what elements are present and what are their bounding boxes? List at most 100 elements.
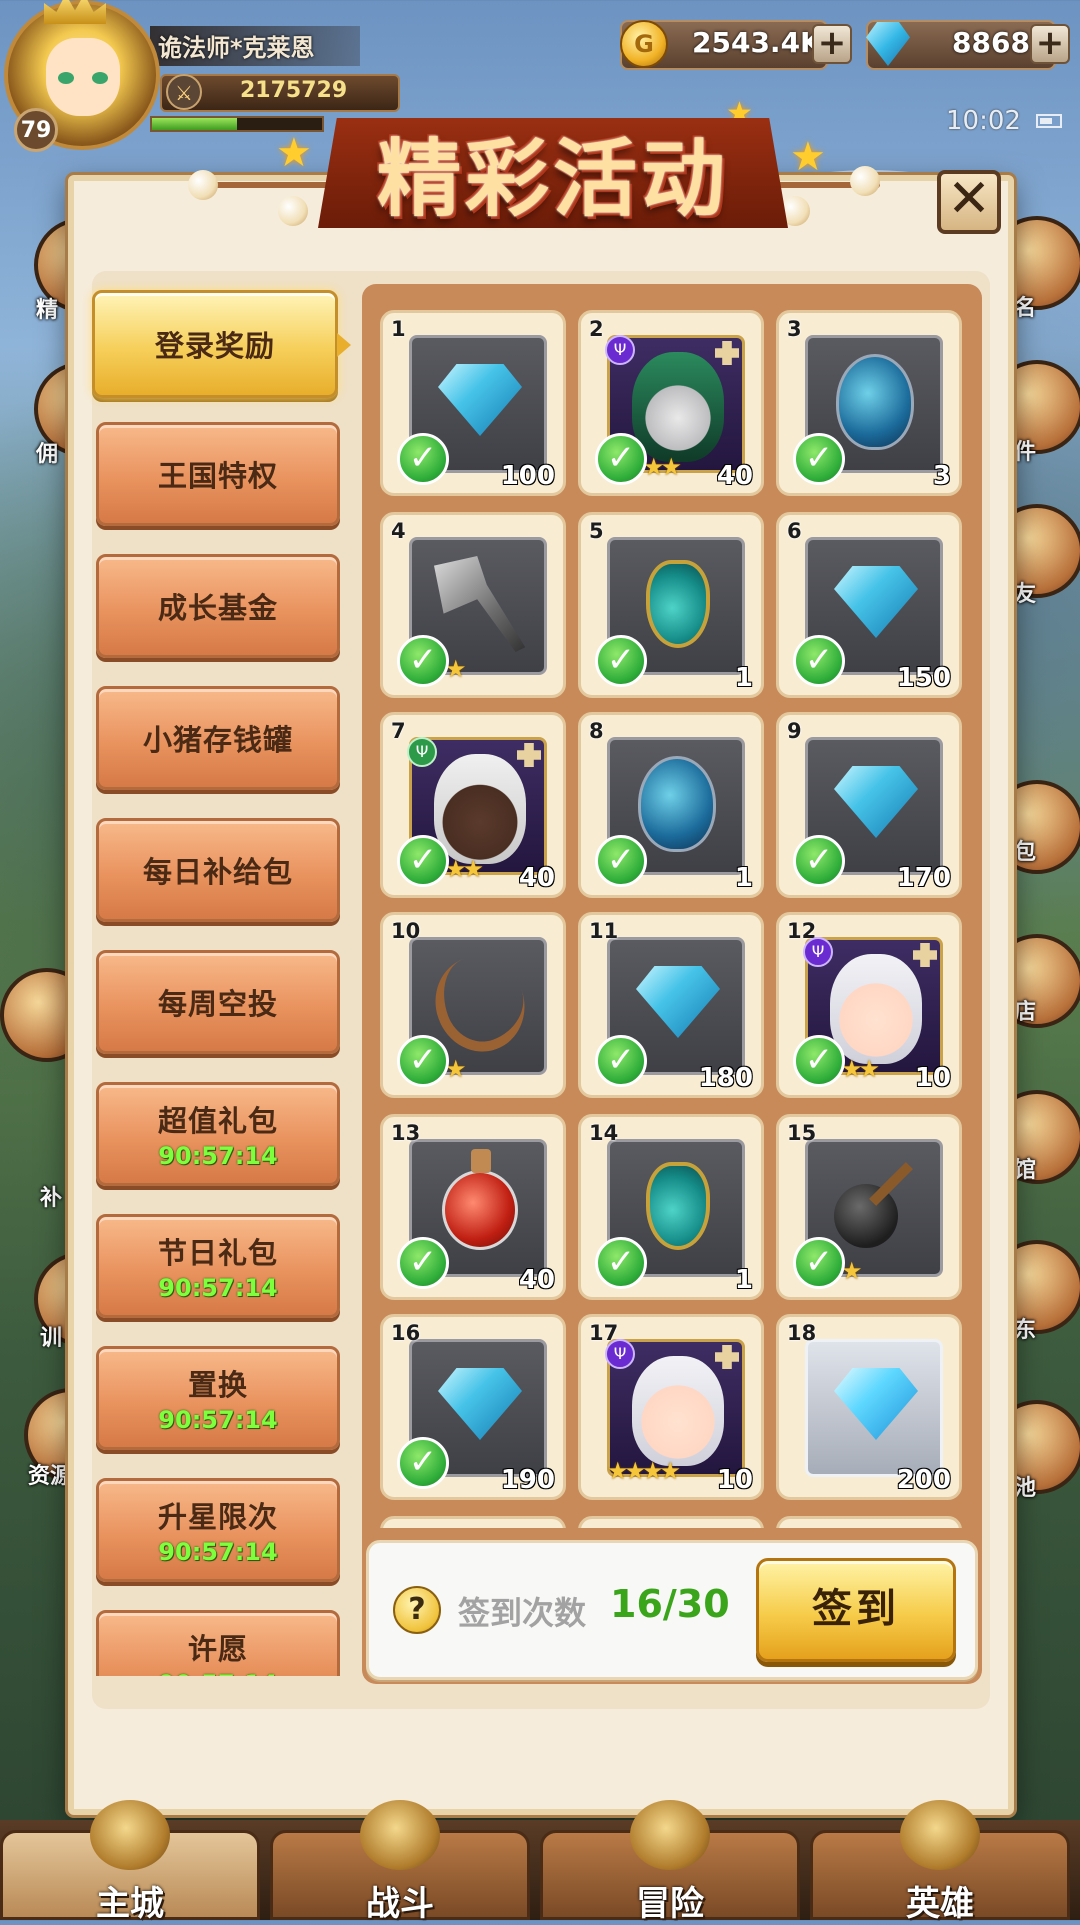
- menu-item[interactable]: 登录奖励: [92, 290, 351, 398]
- reward-cell[interactable]: 16 190 ✓: [380, 1314, 566, 1500]
- exp-fill: [152, 118, 237, 130]
- star-rating: ★★: [841, 1055, 880, 1083]
- claimed-check-icon: ✓: [595, 433, 647, 485]
- reward-cell[interactable]: 9 170 ✓: [776, 712, 962, 898]
- day-number: 8: [589, 719, 604, 743]
- menu-item-timer: 90:57:14: [158, 1406, 278, 1434]
- menu-item[interactable]: 许愿 90:57:14: [96, 1610, 340, 1676]
- menu-item-timer: 90:57:14: [158, 1274, 278, 1302]
- reward-cell[interactable]: 1 100 ✓: [380, 310, 566, 496]
- day-number: 5: [589, 519, 604, 543]
- item-quantity: 3: [932, 461, 951, 491]
- item-quantity: 170: [896, 863, 951, 893]
- item-quantity: 150: [896, 663, 951, 693]
- reward-cell[interactable]: 11 180 ✓: [578, 912, 764, 1098]
- item-quantity: 10: [716, 1465, 753, 1495]
- side-label: 佣: [36, 442, 59, 467]
- gold-coin-icon: G: [620, 20, 668, 68]
- menu-item[interactable]: 超值礼包 90:57:14: [96, 1082, 340, 1186]
- reward-cell[interactable]: 17 Ψ ★★★★ 10: [578, 1314, 764, 1500]
- claimed-check-icon: ✓: [793, 835, 845, 887]
- claimed-check-icon: ✓: [397, 835, 449, 887]
- help-icon[interactable]: ?: [393, 1586, 441, 1634]
- menu-item[interactable]: 每日补给包: [96, 818, 340, 922]
- menu-item[interactable]: 节日礼包 90:57:14: [96, 1214, 340, 1318]
- star-rating: ★★★★: [607, 1457, 681, 1485]
- menu-item[interactable]: 王国特权: [96, 422, 340, 526]
- claimed-check-icon: ✓: [595, 1237, 647, 1289]
- reward-cell[interactable]: [578, 1516, 764, 1528]
- claimed-check-icon: ✓: [595, 635, 647, 687]
- day-number: 11: [589, 919, 619, 943]
- hero-white-icon: [830, 954, 922, 1064]
- nav-tab-icon: [90, 1800, 170, 1870]
- menu-item-timer: 90:57:14: [158, 1142, 278, 1170]
- claimed-check-icon: ✓: [397, 1035, 449, 1087]
- reward-cell[interactable]: 13 40 ✓: [380, 1114, 566, 1300]
- side-label: 资源: [28, 1464, 73, 1489]
- reward-cell[interactable]: 6 150 ✓: [776, 512, 962, 698]
- event-menu: 登录奖励王国特权成长基金小猪存钱罐每日补给包每周空投超值礼包 90:57:14 节日…: [80, 280, 360, 1676]
- reward-grid: 1 100 ✓ 2 Ψ ★★ 40 ✓ 3 3 ✓ 4 ★ ✓ 5 1 ✓ 6 150 ✓ 7 Ψ ★★ 40 ✓ 8 1 ✓ 9 170…: [362, 284, 982, 1528]
- claimed-check-icon: ✓: [595, 835, 647, 887]
- gem-icon: [438, 364, 522, 436]
- day-number: 9: [787, 719, 802, 743]
- star-rating: ★★: [445, 855, 484, 883]
- day-number: 3: [787, 317, 802, 341]
- star-rating: ★★: [643, 453, 682, 481]
- claimed-check-icon: ✓: [595, 1035, 647, 1087]
- nav-tab-icon: [630, 1800, 710, 1870]
- side-label: 友: [1014, 582, 1037, 607]
- combat-power: 2175729: [240, 78, 348, 103]
- reward-cell[interactable]: [776, 1516, 962, 1528]
- sign-in-count-label: 签到次数: [458, 1594, 587, 1632]
- menu-item-label: 节日礼包: [157, 1236, 278, 1270]
- reward-cell[interactable]: 18 200: [776, 1314, 962, 1500]
- reward-cell[interactable]: 5 1 ✓: [578, 512, 764, 698]
- hero-white-icon: [632, 1356, 724, 1466]
- faction-icon: Ψ: [803, 937, 833, 967]
- gem-icon: [834, 766, 918, 838]
- reward-cell[interactable]: 14 1 ✓: [578, 1114, 764, 1300]
- star-icon: ★: [276, 130, 312, 176]
- nav-tab-label: 主城: [96, 1884, 164, 1924]
- reward-cell[interactable]: 3 3 ✓: [776, 310, 962, 496]
- reward-cell[interactable]: 15 ★ ✓: [776, 1114, 962, 1300]
- menu-item[interactable]: 置换 90:57:14: [96, 1346, 340, 1450]
- menu-item[interactable]: 升星限次 90:57:14: [96, 1478, 340, 1582]
- menu-item[interactable]: 成长基金: [96, 554, 340, 658]
- nav-tab-label: 冒险: [636, 1884, 704, 1924]
- side-label: 池: [1014, 1476, 1037, 1501]
- avatar-eye: [92, 72, 108, 84]
- item-quantity: 1: [734, 863, 753, 893]
- menu-item[interactable]: 每周空投: [96, 950, 340, 1054]
- close-button[interactable]: ✕: [937, 170, 1001, 234]
- axe-icon: [434, 556, 526, 652]
- menu-item-label: 小猪存钱罐: [142, 723, 293, 757]
- reward-cell[interactable]: 7 Ψ ★★ 40 ✓: [380, 712, 566, 898]
- day-number: 16: [391, 1321, 421, 1345]
- claimed-check-icon: ✓: [397, 635, 449, 687]
- add-gem-button[interactable]: +: [1030, 24, 1070, 64]
- reward-cell[interactable]: [380, 1516, 566, 1528]
- red-potion-icon: [442, 1149, 518, 1250]
- day-number: 4: [391, 519, 406, 543]
- reward-cell[interactable]: 10 ★ ✓: [380, 912, 566, 1098]
- reward-cell[interactable]: 2 Ψ ★★ 40 ✓: [578, 310, 764, 496]
- reward-cell[interactable]: 8 1 ✓: [578, 712, 764, 898]
- item-quantity: 1: [734, 1265, 753, 1295]
- menu-item-label: 许愿: [187, 1632, 248, 1666]
- faction-icon: Ψ: [407, 737, 437, 767]
- menu-item-label: 升星限次: [157, 1500, 278, 1534]
- reward-cell[interactable]: 4 ★ ✓: [380, 512, 566, 698]
- menu-item-label: 置换: [187, 1368, 248, 1402]
- menu-item[interactable]: 小猪存钱罐: [96, 686, 340, 790]
- menu-item-timer: 90:57:14: [158, 1670, 277, 1676]
- item-quantity: 200: [896, 1465, 951, 1495]
- day-number: 18: [787, 1321, 817, 1345]
- egg-icon: [638, 756, 716, 852]
- reward-cell[interactable]: 12 Ψ ★★ 10 ✓: [776, 912, 962, 1098]
- side-label: 件: [1014, 440, 1037, 465]
- sign-in-button[interactable]: 签到: [756, 1558, 956, 1662]
- add-gold-button[interactable]: +: [812, 24, 852, 64]
